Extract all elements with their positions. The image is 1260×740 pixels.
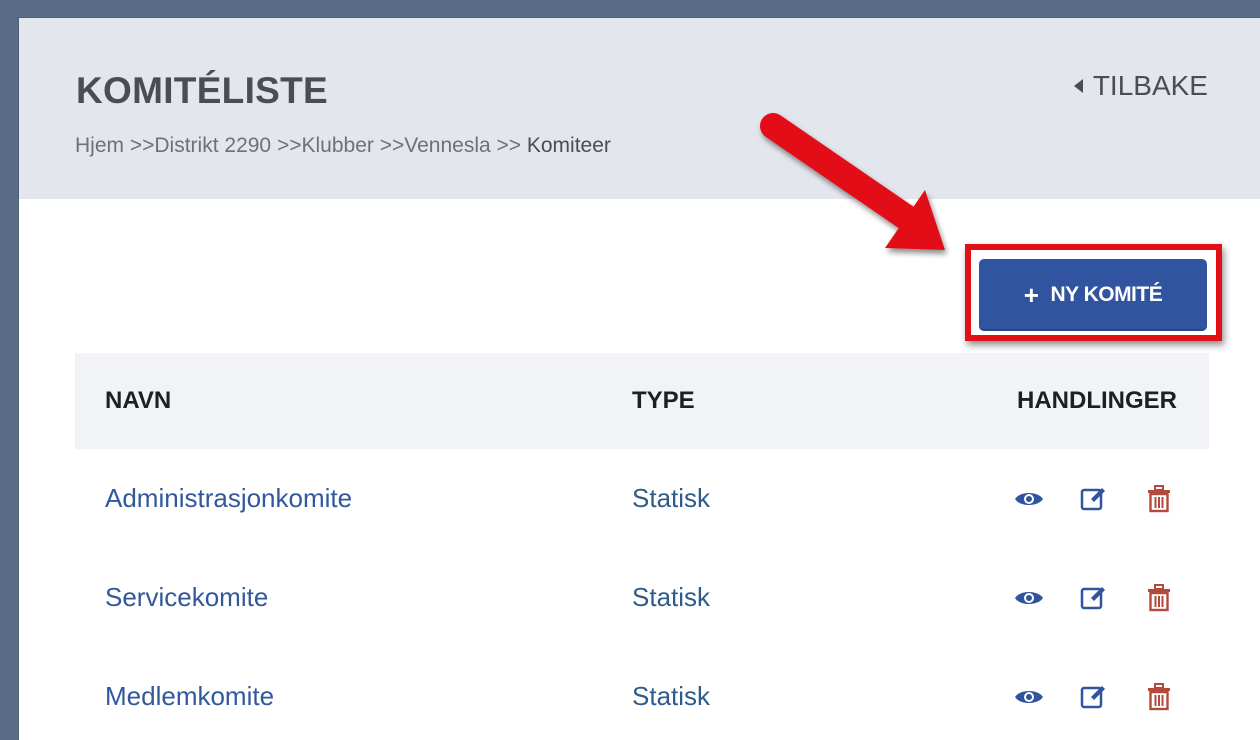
breadcrumb-current: Komiteer	[526, 134, 611, 157]
table-row: Medlemkomite Statisk	[75, 647, 1209, 740]
row-actions	[984, 548, 1179, 647]
committee-name-link[interactable]: Administrasjonkomite	[105, 449, 352, 548]
committee-list-panel: KOMITÉLISTE Hjem >>Distrikt 2290 >>Klubb…	[19, 18, 1260, 740]
edit-icon[interactable]	[1074, 677, 1114, 717]
trash-icon[interactable]	[1139, 479, 1179, 519]
page-title: KOMITÉLISTE	[76, 70, 329, 111]
breadcrumb-home[interactable]: Hjem	[75, 134, 124, 157]
breadcrumb-separator: >>	[271, 134, 302, 157]
edit-icon[interactable]	[1074, 578, 1114, 618]
column-header-name: NAVN	[105, 387, 172, 414]
committee-table: NAVN TYPE HANDLINGER Administrasjonkomit…	[75, 353, 1209, 740]
edit-icon[interactable]	[1074, 479, 1114, 519]
new-committee-button-label: NY KOMITÉ	[1050, 283, 1163, 306]
column-header-actions: HANDLINGER	[1017, 387, 1177, 414]
column-header-type: TYPE	[632, 387, 695, 414]
committee-type: Statisk	[632, 483, 711, 513]
eye-icon[interactable]	[1009, 677, 1049, 717]
table-row: Servicekomite Statisk	[75, 548, 1209, 647]
row-actions	[984, 647, 1179, 740]
breadcrumb-separator: >>	[124, 134, 155, 157]
eye-icon[interactable]	[1009, 578, 1049, 618]
breadcrumb-separator: >>	[373, 134, 405, 157]
new-committee-button[interactable]: + NY KOMITÉ	[979, 259, 1207, 331]
table-row: Administrasjonkomite Statisk	[75, 449, 1209, 548]
back-link-label: TILBAKE	[1092, 70, 1208, 101]
eye-icon[interactable]	[1009, 479, 1049, 519]
back-link[interactable]: TILBAKE	[1073, 70, 1208, 102]
caret-left-icon	[1073, 79, 1083, 93]
plus-icon: +	[1023, 280, 1039, 310]
committee-name-link[interactable]: Servicekomite	[105, 548, 268, 647]
breadcrumb-separator: >>	[490, 134, 527, 157]
committee-name-link[interactable]: Medlemkomite	[105, 647, 274, 740]
breadcrumb: Hjem >>Distrikt 2290 >>Klubber >>Vennesl…	[75, 134, 611, 158]
breadcrumb-clubs[interactable]: Klubber	[301, 134, 373, 157]
page-header: KOMITÉLISTE Hjem >>Distrikt 2290 >>Klubb…	[19, 18, 1260, 199]
trash-icon[interactable]	[1139, 677, 1179, 717]
breadcrumb-club[interactable]: Vennesla	[404, 134, 490, 157]
annotation-arrow-icon	[760, 113, 945, 250]
trash-icon[interactable]	[1139, 578, 1179, 618]
committee-type: Statisk	[632, 582, 711, 612]
row-actions	[984, 449, 1179, 548]
committee-type: Statisk	[632, 681, 711, 711]
breadcrumb-district[interactable]: Distrikt 2290	[154, 134, 271, 157]
table-header: NAVN TYPE HANDLINGER	[75, 353, 1209, 449]
